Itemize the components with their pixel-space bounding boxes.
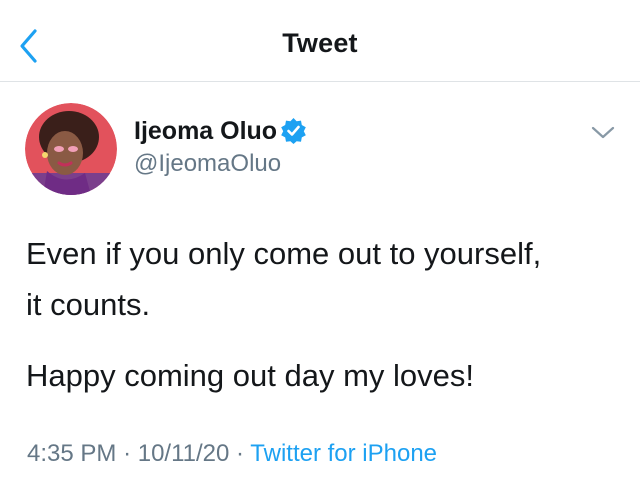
avatar-image [25, 103, 117, 195]
author-name[interactable]: Ijeoma Oluo [134, 117, 277, 146]
tweet-time[interactable]: 4:35 PM [27, 440, 116, 467]
tweet-text-paragraph: Happy coming out day my loves! [26, 358, 474, 393]
tweet-date[interactable]: 10/11/20 [138, 440, 230, 467]
tweet-text: Even if you only come out to yourself, i… [26, 228, 626, 330]
tweet-text-line: Even if you only come out to yourself, [26, 236, 542, 271]
avatar[interactable] [25, 103, 117, 195]
chevron-down-icon [591, 126, 615, 139]
tweet-text-line: it counts. [26, 287, 151, 322]
separator: · [123, 440, 132, 467]
tweet-menu-button[interactable] [590, 124, 616, 142]
tweet-metadata: 4:35 PM · 10/11/20 · Twitter for iPhone [27, 440, 437, 468]
author-handle[interactable]: @IjeomaOluo [134, 150, 281, 178]
verified-badge-icon [280, 117, 307, 144]
top-navigation-bar: Tweet [0, 0, 640, 82]
page-title: Tweet [282, 28, 358, 58]
tweet-source-link[interactable]: Twitter for iPhone [250, 440, 437, 467]
separator: · [236, 440, 245, 467]
